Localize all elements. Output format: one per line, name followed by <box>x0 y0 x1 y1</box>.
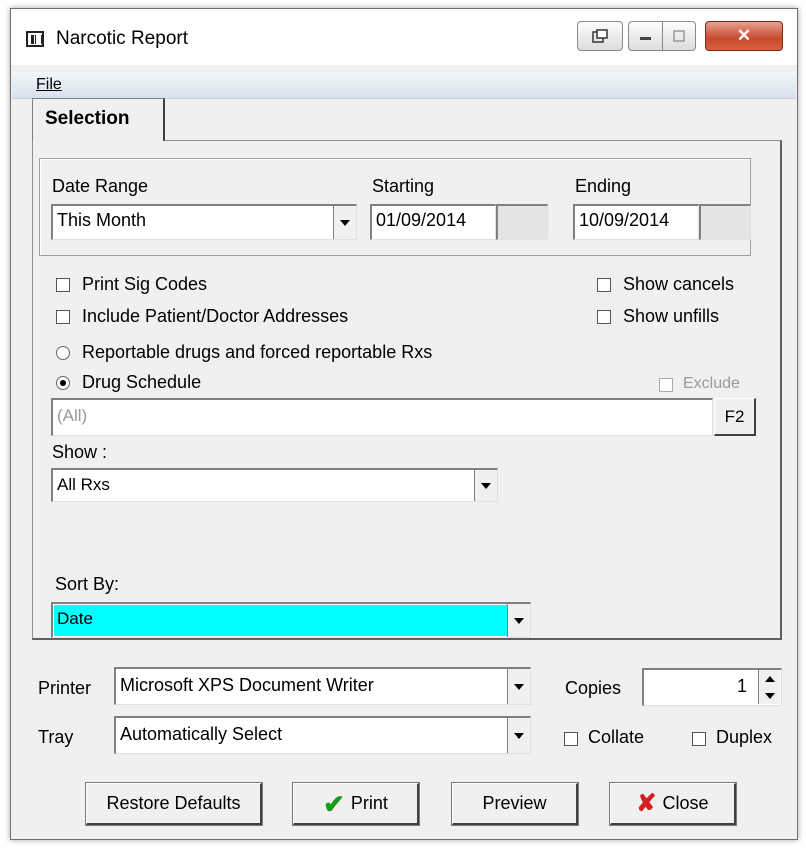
preview-button[interactable]: Preview <box>451 782 579 826</box>
collate-checkbox[interactable] <box>564 732 578 746</box>
restore-icon <box>592 29 608 43</box>
include-addresses-label: Include Patient/Doctor Addresses <box>82 306 349 326</box>
show-unfills-label: Show unfills <box>623 306 720 326</box>
drug-schedule-value: (All) <box>57 406 88 425</box>
checkmark-icon: ✔ <box>323 788 345 819</box>
print-label: Print <box>350 793 388 813</box>
sort-by-label: Sort By: <box>55 574 120 594</box>
sort-by-select[interactable]: Date <box>51 602 531 638</box>
starting-date-value: 01/09/2014 <box>376 210 467 230</box>
menu-file-label: File <box>36 76 62 93</box>
arrow-down-icon[interactable] <box>764 692 775 699</box>
menu-file[interactable]: File <box>36 76 62 94</box>
printer-value: Microsoft XPS Document Writer <box>120 675 374 695</box>
tab-selection[interactable]: Selection <box>32 98 165 141</box>
ending-date-field[interactable]: 10/09/2014 <box>573 204 699 240</box>
selection-highlight <box>54 605 507 636</box>
close-icon: ✕ <box>736 26 752 45</box>
tray-value: Automatically Select <box>120 724 283 744</box>
chevron-down-icon[interactable] <box>507 669 530 704</box>
print-sig-codes-label: Print Sig Codes <box>82 274 208 294</box>
date-range-label: Date Range <box>52 176 149 196</box>
exclude-label: Exclude <box>683 375 740 392</box>
ending-label: Ending <box>575 176 632 196</box>
print-sig-codes-checkbox[interactable] <box>56 278 70 292</box>
preview-label: Preview <box>482 793 547 813</box>
minimize-icon <box>639 37 651 40</box>
close-x-icon: ✘ <box>636 789 657 817</box>
exclude-checkbox <box>659 378 673 392</box>
show-value: All Rxs <box>57 475 110 494</box>
sort-by-value: Date <box>57 609 93 628</box>
chevron-down-icon[interactable] <box>507 604 530 637</box>
chevron-down-icon[interactable] <box>333 206 356 239</box>
ending-date-value: 10/09/2014 <box>579 210 670 230</box>
printer-select[interactable]: Microsoft XPS Document Writer <box>114 667 531 705</box>
window-title: Narcotic Report <box>56 28 188 49</box>
tray-select[interactable]: Automatically Select <box>114 716 531 754</box>
close-label: Close <box>662 793 709 813</box>
print-button[interactable]: ✔ Print <box>292 782 420 826</box>
f2-lookup-button[interactable]: F2 <box>714 398 756 436</box>
restore-window-button[interactable] <box>577 21 623 51</box>
title-bar: Narcotic Report ✕ <box>11 9 797 65</box>
show-label: Show : <box>52 442 108 462</box>
tab-selection-label: Selection <box>45 108 130 129</box>
date-range-select[interactable]: This Month <box>51 204 357 240</box>
ending-time-field <box>699 204 751 240</box>
maximize-button[interactable] <box>662 21 696 51</box>
show-select[interactable]: All Rxs <box>51 468 498 502</box>
restore-defaults-label: Restore Defaults <box>106 793 241 813</box>
collate-label: Collate <box>588 727 645 747</box>
minimize-button[interactable] <box>628 21 663 51</box>
duplex-label: Duplex <box>716 727 773 747</box>
menu-bar: File <box>12 72 796 99</box>
arrow-up-icon[interactable] <box>764 675 775 682</box>
show-cancels-checkbox[interactable] <box>597 278 611 292</box>
f2-label: F2 <box>724 406 745 426</box>
date-range-value: This Month <box>57 210 147 230</box>
starting-time-field <box>496 204 548 240</box>
reportable-drugs-label: Reportable drugs and forced reportable R… <box>82 342 433 362</box>
drug-schedule-field[interactable]: (All) <box>51 398 713 436</box>
app-icon <box>26 31 44 47</box>
close-window-button[interactable]: ✕ <box>705 21 783 51</box>
printer-label: Printer <box>38 678 92 698</box>
maximize-icon <box>673 30 685 42</box>
drug-schedule-label: Drug Schedule <box>82 372 202 392</box>
copies-value: 1 <box>736 676 747 696</box>
show-unfills-checkbox[interactable] <box>597 310 611 324</box>
restore-defaults-button[interactable]: Restore Defaults <box>85 782 263 826</box>
tray-label: Tray <box>38 727 74 747</box>
chevron-down-icon[interactable] <box>474 470 497 501</box>
include-addresses-checkbox[interactable] <box>56 310 70 324</box>
duplex-checkbox[interactable] <box>692 732 706 746</box>
close-button[interactable]: ✘ Close <box>609 782 737 826</box>
copies-spin-buttons[interactable] <box>758 670 780 704</box>
show-cancels-label: Show cancels <box>623 274 735 294</box>
starting-date-field[interactable]: 01/09/2014 <box>370 204 496 240</box>
drug-schedule-radio[interactable] <box>56 376 70 390</box>
reportable-drugs-radio[interactable] <box>56 346 70 360</box>
copies-label: Copies <box>565 678 622 698</box>
chevron-down-icon[interactable] <box>507 718 530 753</box>
starting-label: Starting <box>372 176 435 196</box>
